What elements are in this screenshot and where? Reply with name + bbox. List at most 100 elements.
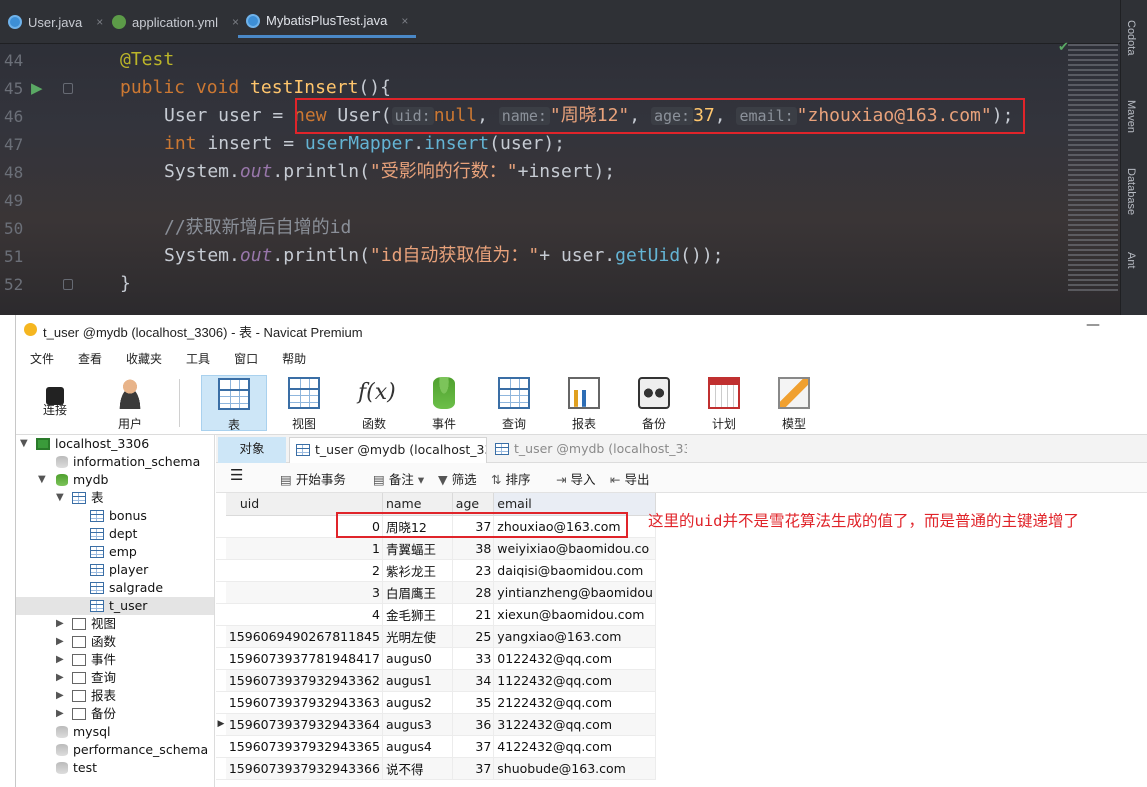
table-button[interactable]: 表 xyxy=(201,375,267,432)
row-indicator[interactable] xyxy=(216,691,226,714)
cell-name[interactable]: augus0 xyxy=(382,647,453,670)
menu-window[interactable]: 窗口 xyxy=(224,350,268,367)
chevron-down-icon[interactable]: ▼ xyxy=(56,492,64,503)
chevron-right-icon[interactable]: ▶ xyxy=(56,618,64,629)
cell-name[interactable]: 金毛狮王 xyxy=(382,603,453,626)
table-row[interactable]: 2 紫衫龙王 23 daiqisi@baomidou.com xyxy=(216,559,656,582)
row-indicator[interactable] xyxy=(216,537,226,560)
cell-name[interactable]: 白眉鹰王 xyxy=(382,581,453,604)
cell-email[interactable]: 4122432@qq.com xyxy=(493,735,656,758)
cell-age[interactable]: 37 xyxy=(452,757,495,780)
cell-email[interactable]: daiqisi@baomidou.com xyxy=(493,559,656,582)
table-row[interactable]: 1596073937932943362 augus1 34 1122432@qq.co… xyxy=(216,669,656,692)
cell-email[interactable]: weiyixiao@baomidou.co xyxy=(493,537,656,560)
tab-mybatisplustest-java[interactable]: MybatisPlusTest.java × xyxy=(238,6,417,38)
database-tab[interactable]: Database xyxy=(1125,168,1137,215)
menu-view[interactable]: 查看 xyxy=(68,350,112,367)
cell-age[interactable]: 37 xyxy=(452,735,495,758)
cell-age[interactable]: 34 xyxy=(452,669,495,692)
cell-name[interactable]: 说不得 xyxy=(382,757,453,780)
cell-email[interactable]: 1122432@qq.com xyxy=(493,669,656,692)
cell-name[interactable]: 青翼蝠王 xyxy=(382,537,453,560)
tree-table-emp[interactable]: emp xyxy=(90,543,137,561)
cell-age[interactable]: 25 xyxy=(452,625,495,648)
tree-tables-group[interactable]: 表 xyxy=(72,489,104,507)
cell-email[interactable]: 0122432@qq.com xyxy=(493,647,656,670)
row-indicator[interactable] xyxy=(216,515,226,538)
minimap[interactable] xyxy=(1068,44,1118,294)
cell-name[interactable]: augus2 xyxy=(382,691,453,714)
maven-tab[interactable]: Maven xyxy=(1125,100,1137,133)
schedule-button[interactable]: 计划 xyxy=(691,375,757,431)
tree-table-bonus[interactable]: bonus xyxy=(90,507,147,525)
sort-button[interactable]: ⇅ 排序 xyxy=(491,469,531,488)
tree-db-test[interactable]: test xyxy=(56,759,97,777)
row-indicator[interactable] xyxy=(216,625,226,648)
connect-button[interactable]: 连接 xyxy=(22,375,88,431)
row-indicator[interactable] xyxy=(216,757,226,780)
cell-uid[interactable]: 1596073937781948417 xyxy=(225,647,383,670)
cell-email[interactable]: yangxiao@163.com xyxy=(493,625,656,648)
tree-table-dept[interactable]: dept xyxy=(90,525,137,543)
chevron-right-icon[interactable]: ▶ xyxy=(56,690,64,701)
table-row[interactable]: 1596073937932943366 说不得 37 shuobude@163.com xyxy=(216,757,656,780)
tree-db-performance-schema[interactable]: performance_schema xyxy=(56,741,208,759)
menu-tools[interactable]: 工具 xyxy=(176,350,220,367)
tree-table-player[interactable]: player xyxy=(90,561,148,579)
cell-name[interactable]: augus3 xyxy=(382,713,453,736)
row-indicator[interactable] xyxy=(216,559,226,582)
close-icon[interactable]: × xyxy=(96,15,103,29)
tree-functions-group[interactable]: 函数 xyxy=(72,633,116,651)
menu-icon[interactable]: ☰ xyxy=(230,466,243,484)
function-button[interactable]: f(x) 函数 xyxy=(341,375,407,431)
cell-age[interactable]: 36 xyxy=(452,713,495,736)
cell-uid[interactable]: 2 xyxy=(225,559,383,582)
chevron-down-icon[interactable]: ▼ xyxy=(38,474,46,485)
table-row[interactable]: 1596073937932943365 augus4 37 4122432@qq.co… xyxy=(216,735,656,758)
codota-tab[interactable]: Codota xyxy=(1125,20,1137,55)
tree-table-salgrade[interactable]: salgrade xyxy=(90,579,163,597)
chevron-down-icon[interactable]: ▼ xyxy=(20,438,28,449)
tree-db-mydb[interactable]: mydb xyxy=(56,471,108,489)
cell-uid[interactable]: 1 xyxy=(225,537,383,560)
user-button[interactable]: 用户 xyxy=(97,375,163,431)
tree-views-group[interactable]: 视图 xyxy=(72,615,116,633)
menu-favorites[interactable]: 收藏夹 xyxy=(116,350,172,367)
cell-uid[interactable]: 3 xyxy=(225,581,383,604)
tab-application-yml[interactable]: application.yml × xyxy=(104,6,247,38)
cell-age[interactable]: 28 xyxy=(452,581,495,604)
cell-name[interactable]: augus1 xyxy=(382,669,453,692)
chevron-right-icon[interactable]: ▶ xyxy=(56,708,64,719)
tree-events-group[interactable]: 事件 xyxy=(72,651,116,669)
fold-icon[interactable] xyxy=(63,279,73,290)
row-indicator[interactable] xyxy=(216,735,226,758)
filter-button[interactable]: ▼ 筛选 xyxy=(438,469,477,488)
table-row[interactable]: 1596069490267811845 光明左使 25 yangxiao@163.co… xyxy=(216,625,656,648)
begin-transaction-button[interactable]: ▤ 开始事务 xyxy=(280,469,346,488)
row-indicator[interactable] xyxy=(216,669,226,692)
cell-uid[interactable]: 1596073937932943366 xyxy=(225,757,383,780)
run-test-icon[interactable]: ▶ xyxy=(31,79,43,97)
ant-tab[interactable]: Ant xyxy=(1125,252,1137,269)
tree-queries-group[interactable]: 查询 xyxy=(72,669,116,687)
import-button[interactable]: ⇥ 导入 xyxy=(556,469,596,488)
cell-age[interactable]: 33 xyxy=(452,647,495,670)
minimize-button[interactable]: — xyxy=(1086,317,1106,333)
table-row[interactable]: 1596073937781948417 augus0 33 0122432@qq.co… xyxy=(216,647,656,670)
cell-name[interactable]: 紫衫龙王 xyxy=(382,559,453,582)
close-icon[interactable]: × xyxy=(401,14,408,28)
report-button[interactable]: 报表 xyxy=(551,375,617,431)
query-button[interactable]: 查询 xyxy=(481,375,547,431)
menu-help[interactable]: 帮助 xyxy=(272,350,316,367)
chevron-right-icon[interactable]: ▶ xyxy=(56,636,64,647)
table-row[interactable]: 1596073937932943363 augus2 35 2122432@qq.co… xyxy=(216,691,656,714)
cell-name[interactable]: augus4 xyxy=(382,735,453,758)
tree-backups-group[interactable]: 备份 xyxy=(72,705,116,723)
table-row[interactable]: 3 白眉鹰王 28 yintianzheng@baomidou xyxy=(216,581,656,604)
cell-email[interactable]: 3122432@qq.com xyxy=(493,713,656,736)
tab-t-user-active[interactable]: t_user @mydb (localhost_33... xyxy=(289,437,487,463)
tree-db-information-schema[interactable]: information_schema xyxy=(56,453,200,471)
row-indicator[interactable]: ▶ xyxy=(216,713,226,736)
cell-uid[interactable]: 4 xyxy=(225,603,383,626)
cell-age[interactable]: 35 xyxy=(452,691,495,714)
